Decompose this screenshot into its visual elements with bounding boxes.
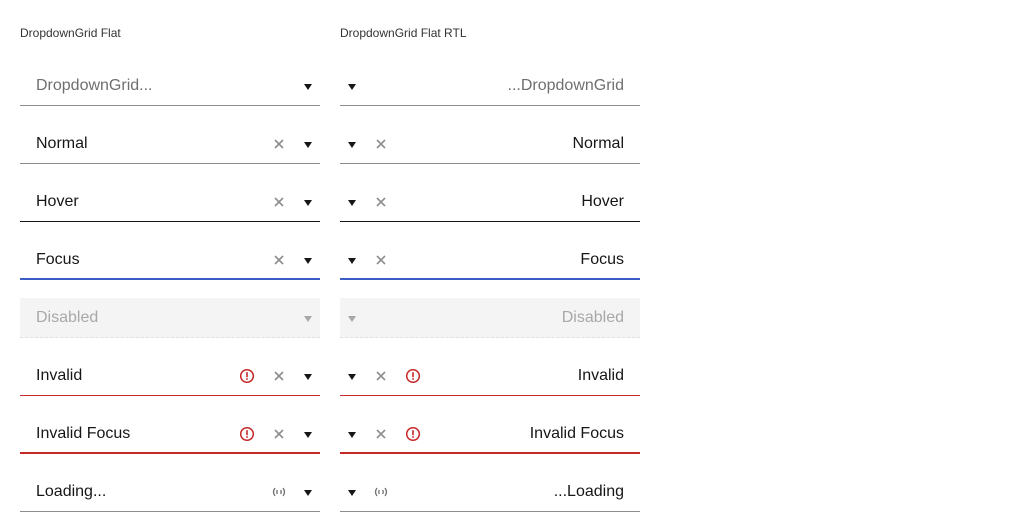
chevron-down-icon[interactable] — [348, 142, 356, 148]
dropdown-focus[interactable]: Focus — [340, 240, 640, 280]
dropdown-loading[interactable]: Loading... — [20, 472, 320, 512]
dropdown-hover[interactable]: Hover — [20, 182, 320, 222]
section-heading: DropdownGrid Flat RTL — [340, 26, 467, 40]
chevron-down-icon[interactable] — [304, 258, 312, 264]
value-text: Invalid Focus — [36, 425, 131, 442]
clear-icon[interactable] — [271, 194, 287, 210]
clear-icon[interactable] — [271, 368, 287, 384]
value-text: Normal — [572, 135, 624, 152]
value-text: Disabled — [36, 309, 99, 326]
placeholder-text: DropdownGrid... — [36, 77, 153, 94]
value-text: Invalid Focus — [529, 425, 624, 442]
clear-icon[interactable] — [271, 252, 287, 268]
chevron-down-icon[interactable] — [348, 374, 356, 380]
dropdown-focus[interactable]: Focus — [20, 240, 320, 280]
clear-icon[interactable] — [373, 368, 389, 384]
chevron-down-icon — [348, 316, 356, 322]
section-heading: DropdownGrid Flat — [20, 26, 121, 40]
value-text: Hover — [36, 193, 79, 210]
chevron-down-icon[interactable] — [348, 490, 356, 496]
value-text: Invalid — [577, 367, 624, 384]
value-text: Normal — [36, 135, 88, 152]
chevron-down-icon[interactable] — [348, 432, 356, 438]
dropdown-normal[interactable]: Normal — [20, 124, 320, 164]
chevron-down-icon[interactable] — [304, 432, 312, 438]
clear-icon[interactable] — [271, 426, 287, 442]
dropdown-disabled: Disabled — [340, 298, 640, 338]
loading-icon — [374, 487, 388, 497]
dropdown-loading[interactable]: ...Loading — [340, 472, 640, 512]
error-icon — [405, 426, 421, 442]
chevron-down-icon[interactable] — [348, 200, 356, 206]
dropdown-disabled: Disabled — [20, 298, 320, 338]
value-text: Focus — [580, 251, 624, 268]
dropdown-invalid[interactable]: Invalid — [340, 356, 640, 396]
value-text: ...Loading — [553, 483, 624, 500]
value-text: Hover — [581, 193, 624, 210]
dropdown-placeholder[interactable]: ...DropdownGrid — [340, 66, 640, 106]
dropdown-invalid[interactable]: Invalid — [20, 356, 320, 396]
clear-icon[interactable] — [373, 136, 389, 152]
clear-icon[interactable] — [271, 136, 287, 152]
error-icon — [405, 368, 421, 384]
value-text: Invalid — [36, 367, 83, 384]
error-icon — [239, 426, 255, 442]
value-text: Focus — [36, 251, 80, 268]
chevron-down-icon[interactable] — [304, 84, 312, 90]
dropdown-placeholder[interactable]: DropdownGrid... — [20, 66, 320, 106]
clear-icon[interactable] — [373, 194, 389, 210]
clear-icon[interactable] — [373, 426, 389, 442]
dropdown-hover[interactable]: Hover — [340, 182, 640, 222]
error-icon — [239, 368, 255, 384]
chevron-down-icon[interactable] — [348, 84, 356, 90]
chevron-down-icon[interactable] — [304, 374, 312, 380]
dropdown-invalid-focus[interactable]: Invalid Focus — [340, 414, 640, 454]
placeholder-text: ...DropdownGrid — [507, 77, 625, 94]
chevron-down-icon[interactable] — [348, 258, 356, 264]
chevron-down-icon[interactable] — [304, 200, 312, 206]
dropdown-normal[interactable]: Normal — [340, 124, 640, 164]
value-text: Loading... — [36, 483, 107, 500]
clear-icon[interactable] — [373, 252, 389, 268]
chevron-down-icon — [304, 316, 312, 322]
chevron-down-icon[interactable] — [304, 490, 312, 496]
dropdown-invalid-focus[interactable]: Invalid Focus — [20, 414, 320, 454]
loading-icon — [272, 487, 286, 497]
chevron-down-icon[interactable] — [304, 142, 312, 148]
value-text: Disabled — [561, 309, 624, 326]
